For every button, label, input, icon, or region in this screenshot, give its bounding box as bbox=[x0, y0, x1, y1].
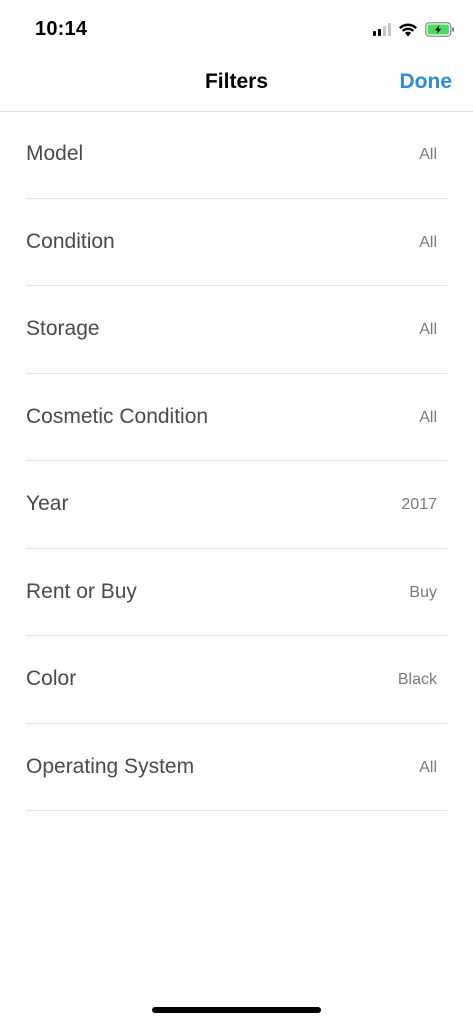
status-time: 10:14 bbox=[35, 18, 88, 40]
filter-label: Color bbox=[26, 667, 77, 690]
filter-row-cosmetic-condition[interactable]: Cosmetic Condition All bbox=[0, 374, 473, 462]
filter-row-condition[interactable]: Condition All bbox=[0, 199, 473, 287]
filter-value: All bbox=[419, 408, 437, 426]
filter-row-operating-system[interactable]: Operating System All bbox=[0, 724, 473, 812]
filter-label: Cosmetic Condition bbox=[26, 404, 209, 428]
filter-value: Black bbox=[397, 671, 437, 688]
filter-row-storage[interactable]: Storage All bbox=[0, 286, 473, 374]
filter-value: All bbox=[419, 233, 437, 251]
filter-value: Buy bbox=[409, 583, 437, 601]
wifi-icon bbox=[398, 22, 418, 37]
filter-row-model[interactable]: Model All bbox=[0, 111, 473, 199]
status-bar: 10:14 bbox=[0, 0, 473, 56]
cellular-signal-icon bbox=[373, 22, 391, 36]
done-button[interactable]: Done bbox=[400, 70, 453, 94]
filters-screen: 10:14 Filters Done Model All Condition A… bbox=[0, 0, 473, 1024]
filter-value: 2017 bbox=[401, 496, 437, 513]
navigation-bar: Filters Done bbox=[0, 56, 473, 112]
filter-value: All bbox=[419, 321, 437, 338]
filter-value: All bbox=[419, 146, 437, 163]
battery-charging-icon bbox=[425, 21, 455, 37]
filter-label: Model bbox=[26, 142, 84, 165]
filter-row-color[interactable]: Color Black bbox=[0, 636, 473, 724]
filter-label: Rent or Buy bbox=[26, 579, 137, 603]
home-indicator[interactable] bbox=[152, 1007, 321, 1013]
filter-label: Storage bbox=[26, 317, 100, 340]
filter-label: Operating System bbox=[26, 754, 195, 778]
filter-label: Year bbox=[26, 492, 69, 515]
filter-row-rent-or-buy[interactable]: Rent or Buy Buy bbox=[0, 549, 473, 637]
filter-row-year[interactable]: Year 2017 bbox=[0, 461, 473, 549]
filter-label: Condition bbox=[26, 229, 115, 253]
status-icons bbox=[373, 20, 455, 38]
filter-value: All bbox=[419, 758, 437, 776]
filter-list: Model All Condition All Storage All Cosm… bbox=[0, 111, 473, 811]
